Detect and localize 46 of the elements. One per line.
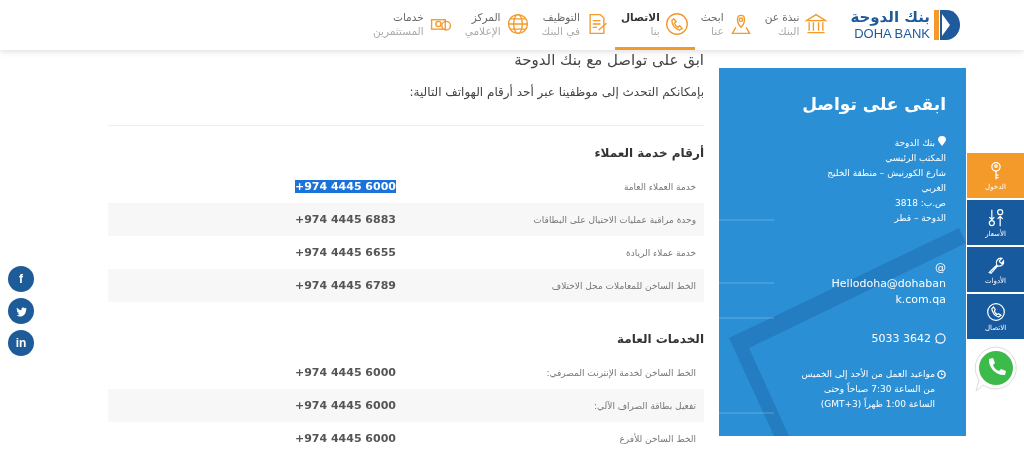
contact-label: الخط الساخن للمعاملات محل الاختلاف [550,280,697,291]
at-sign: @ [934,260,946,276]
globe-icon [505,11,530,36]
page-title: ابق على تواصل مع بنك الدوحة [513,51,704,69]
nav-item[interactable]: الاتصال بنا [614,0,695,50]
working-hours: مواعيد العمل من الأحد إلى الخميس من الساعة 7:30 صباحاً وحتى الساعة 1:00 ظهراً (GMT+3) [800,367,935,411]
logo-latin-text: DOHA BANK [854,26,930,41]
intro-text: بإمكانكم التحدث إلى موظفينا عبر أحد أرقام الهواتف التالية: [408,85,704,99]
map-pin-icon [938,136,946,146]
address-line: الدوحة – قطر [894,213,946,223]
contact-label: تفعيل بطاقة الصراف الآلي: [592,400,697,411]
nav-item[interactable]: ابحث عنا [694,0,759,50]
phone-number: +974 4445 6789 [294,279,396,292]
nav-item[interactable]: التوظيف في البنك [535,0,615,50]
email-link[interactable]: Hellodoha@dohabank.com.qa [826,276,946,308]
phone-number: +974 4445 6000 [294,180,396,193]
phone-number: +974 4445 6655 [294,246,396,259]
phone-icon [664,11,689,36]
linkedin-link[interactable]: in [8,330,34,356]
address-line: بنك الدوحة [894,138,935,148]
phone-number: +974 4445 6000 [294,399,396,412]
address-line: ص.ب: 3818 [895,198,946,208]
section-title: أرقام خدمة العملاء [593,146,704,160]
whatsapp-number: 5033 3642 [871,332,931,345]
twitter-link[interactable] [8,298,34,324]
phone-icon [985,301,1006,322]
nav-item[interactable]: المركز الإعلامي [458,0,536,50]
address-line: المكتب الرئيسي [885,153,946,163]
phone-number: +974 4445 6000 [294,366,396,379]
contact-label: خدمة العملاء العامة [622,181,697,192]
facebook-link[interactable]: f [8,266,34,292]
section-title: الخدمات العامة [616,332,704,346]
bank-icon [804,11,829,36]
phone-number: +974 4445 6000 [294,432,396,445]
contact-label: الخط الساخن للأفرع [618,433,697,444]
panel-title: ابقى على تواصل [801,94,946,114]
contact-label: وحدة مراقبة عمليات الاحتيال على البطاقات [532,214,697,225]
nav-item[interactable]: خدمات المستثمرين [367,0,459,50]
clock-icon [937,370,946,379]
contact-label: الخط الساخن لخدمة الإنترنت المصرفي: [545,367,697,378]
address-line: شارع الكورنيش – منطقة الخليج الغربي [827,168,946,193]
phone-number: +974 4445 6883 [294,213,396,226]
logo-arabic-text: بنك الدوحة [850,9,930,26]
contact-label: خدمة عملاء الريادة [625,247,697,258]
logo-icon [934,8,960,42]
nav-item[interactable]: نبذة عن البنك [758,0,835,50]
